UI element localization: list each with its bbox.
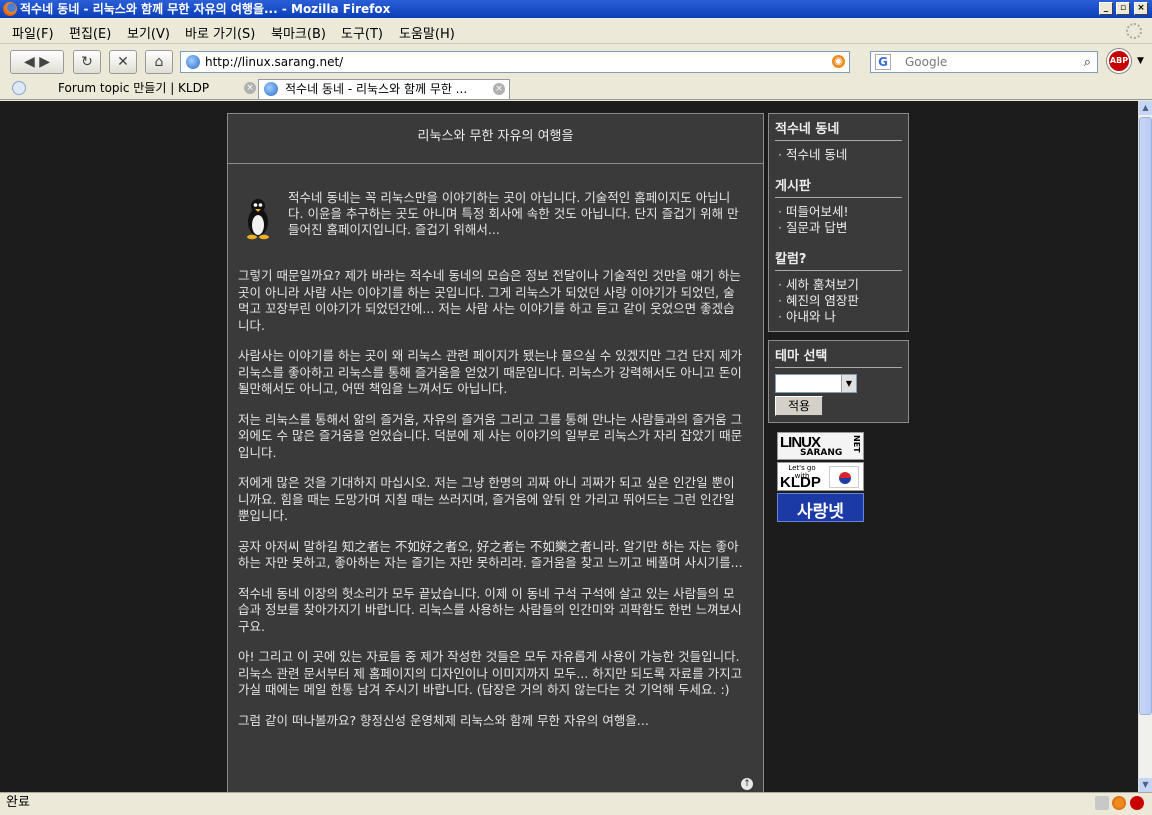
home-button[interactable]: ⌂	[145, 50, 173, 74]
chevron-down-icon[interactable]: ▼	[841, 375, 856, 392]
intro-block: 적수네 동네는 꼭 리눅스만을 이야기하는 곳이 아닙니다. 기술적인 홈페이지…	[238, 190, 742, 248]
sidebar-link-column3[interactable]: 아내와 나	[778, 309, 908, 325]
feed-icon[interactable]: ◉	[832, 55, 845, 68]
sidebar-link-board[interactable]: 떠들어보세!	[778, 204, 908, 220]
sidebar-section-title: 게시판	[775, 175, 902, 198]
paragraph: 사람사는 이야기를 하는 곳이 왜 리눅스 관련 페이지가 됐는냐 물으실 수 …	[238, 348, 743, 396]
adblock-dropdown-icon[interactable]: ▼	[1137, 56, 1144, 66]
scrollbar-thumb[interactable]	[1139, 117, 1152, 715]
paragraph: 적수네 동네 이장의 헛소리가 모두 끝났습니다. 이제 이 동네 구석 구석에…	[238, 585, 742, 634]
close-window-button[interactable]: ×	[1134, 2, 1148, 15]
search-box[interactable]: G Google ⌕	[870, 51, 1098, 73]
menu-bar: 파일(F) 편집(E) 보기(V) 바로 가기(S) 북마크(B) 도구(T) …	[0, 18, 1152, 44]
back-forward-button[interactable]: ◀ ▶	[10, 50, 64, 74]
paragraph: 공자 아저씨 말하길 知之者는 不如好之者오, 好之者는 不如樂之者니라. 알기…	[238, 538, 743, 571]
menu-tools[interactable]: 도구(T)	[341, 23, 383, 42]
menu-file[interactable]: 파일(F)	[12, 23, 54, 42]
linux-sarang-badge[interactable]: LINUX SARANG NET	[777, 432, 864, 460]
menu-go[interactable]: 바로 가기(S)	[185, 23, 255, 42]
tab-label: Forum topic 만들기 | KLDP	[58, 81, 210, 95]
paragraph: 아! 그리고 이 곳에 있는 자료들 중 제가 작성한 것들은 모두 자유롭게 …	[238, 649, 743, 697]
sarangnet-badge[interactable]: 사랑넷	[777, 493, 864, 522]
scroll-up-icon[interactable]: ▲	[1139, 101, 1152, 115]
sidebar-link-column1[interactable]: 세하 훔쳐보기	[778, 277, 908, 293]
navigation-toolbar: ◀ ▶ ↻ ✕ ⌂ http://linux.sarang.net/ ◉ G G…	[0, 44, 1152, 78]
intro-text: 적수네 동네는 꼭 리눅스만을 이야기하는 곳이 아닙니다. 기술적인 홈페이지…	[288, 190, 739, 237]
scroll-top-icon[interactable]: ↑	[741, 778, 753, 790]
sidebar-section-title: 칼럼?	[775, 248, 902, 271]
page-viewport: 리눅스와 무한 자유의 여행을 적수네 동네는 꼭 리눅스만을 이야기하는 곳이…	[0, 101, 1138, 792]
kldp-badge[interactable]: Let's go with KLDP	[777, 462, 864, 491]
maximize-button[interactable]: ▫	[1116, 2, 1130, 15]
reload-button[interactable]: ↻	[73, 50, 101, 74]
paragraph: 저는 리눅스를 통해서 앎의 즐거움, 자유의 즐거움 그리고 그를 통해 만나…	[238, 411, 743, 460]
theme-select[interactable]: ▼	[775, 374, 857, 393]
sidebar-menu: 적수네 동네 적수네 동네 게시판 떠들어보세! 질문과 답변 칼럼? 세하 훔…	[768, 113, 909, 332]
firefox-logo-icon	[3, 2, 17, 16]
close-tab-icon[interactable]: ×	[493, 83, 505, 95]
search-icon[interactable]: ⌕	[1084, 53, 1091, 73]
stop-button[interactable]: ✕	[109, 50, 137, 74]
close-tab-icon[interactable]: ×	[244, 82, 256, 94]
menu-help[interactable]: 도움말(H)	[399, 23, 455, 42]
menu-bookmarks[interactable]: 북마크(B)	[271, 23, 326, 42]
page-info-icon[interactable]	[1095, 796, 1109, 810]
sidebar-section-title: 적수네 동네	[775, 118, 902, 141]
search-placeholder: Google	[905, 55, 948, 69]
apply-theme-button[interactable]: 적용	[775, 396, 823, 416]
menu-view[interactable]: 보기(V)	[127, 23, 170, 42]
tab-label: 적수네 동네 - 리눅스와 함께 무한 ...	[285, 82, 468, 96]
status-text: 완료	[6, 795, 30, 810]
paragraph: 저에게 많은 것을 기대하지 마십시오. 저는 그냥 한명의 괴짜 아니 괴짜가…	[238, 475, 735, 523]
url-text: http://linux.sarang.net/	[205, 55, 344, 69]
korea-flag-icon	[829, 466, 859, 488]
kldp-favicon-icon	[12, 81, 26, 95]
adblock-plus-icon[interactable]: ABP	[1107, 49, 1131, 73]
site-favicon-icon	[186, 55, 200, 69]
window-title: 적수네 동네 - 리눅스와 함께 무한 자유의 여행을... - Mozilla…	[20, 2, 391, 16]
page-heading: 리눅스와 무한 자유의 여행을	[228, 114, 763, 164]
menu-edit[interactable]: 편집(E)	[69, 23, 111, 42]
throbber-icon	[1126, 23, 1142, 39]
paragraph: 그럼 같이 떠나볼까요? 향정신성 운영체제 리눅스와 함께 무한 자유의 여행…	[238, 712, 649, 728]
paragraph: 그렇기 때문일까요? 제가 바라는 적수네 동네의 모습은 정보 전달이나 기술…	[238, 268, 741, 333]
main-content-panel: 리눅스와 무한 자유의 여행을 적수네 동네는 꼭 리눅스만을 이야기하는 곳이…	[227, 113, 764, 792]
tux-penguin-icon	[247, 199, 269, 240]
theme-title: 테마 선택	[775, 345, 902, 368]
minimize-button[interactable]: _	[1099, 2, 1113, 15]
sidebar-link-home[interactable]: 적수네 동네	[778, 147, 908, 163]
vertical-scrollbar[interactable]: ▲ ▼	[1138, 101, 1152, 792]
sidebar-link-column2[interactable]: 혜진의 염장판	[778, 293, 908, 309]
tab-kldp[interactable]: Forum topic 만들기 | KLDP ×	[0, 79, 258, 99]
scroll-down-icon[interactable]: ▼	[1139, 778, 1152, 792]
window-titlebar: 적수네 동네 - 리눅스와 함께 무한 자유의 여행을... - Mozilla…	[0, 0, 1152, 18]
tab-active[interactable]: 적수네 동네 - 리눅스와 함께 무한 ... ×	[258, 79, 510, 99]
firefox-status-icon[interactable]	[1112, 796, 1126, 810]
adblock-status-icon[interactable]	[1130, 796, 1144, 810]
site-favicon-icon	[264, 82, 278, 96]
url-bar[interactable]: http://linux.sarang.net/ ◉	[180, 51, 850, 73]
theme-selector-panel: 테마 선택 ▼ 적용	[768, 340, 909, 423]
tab-strip: Forum topic 만들기 | KLDP × 적수네 동네 - 리눅스와 함…	[0, 78, 1152, 174]
google-engine-icon[interactable]: G	[875, 54, 891, 70]
sidebar-link-qna[interactable]: 질문과 답변	[778, 220, 908, 236]
status-bar: 완료	[0, 792, 1152, 815]
